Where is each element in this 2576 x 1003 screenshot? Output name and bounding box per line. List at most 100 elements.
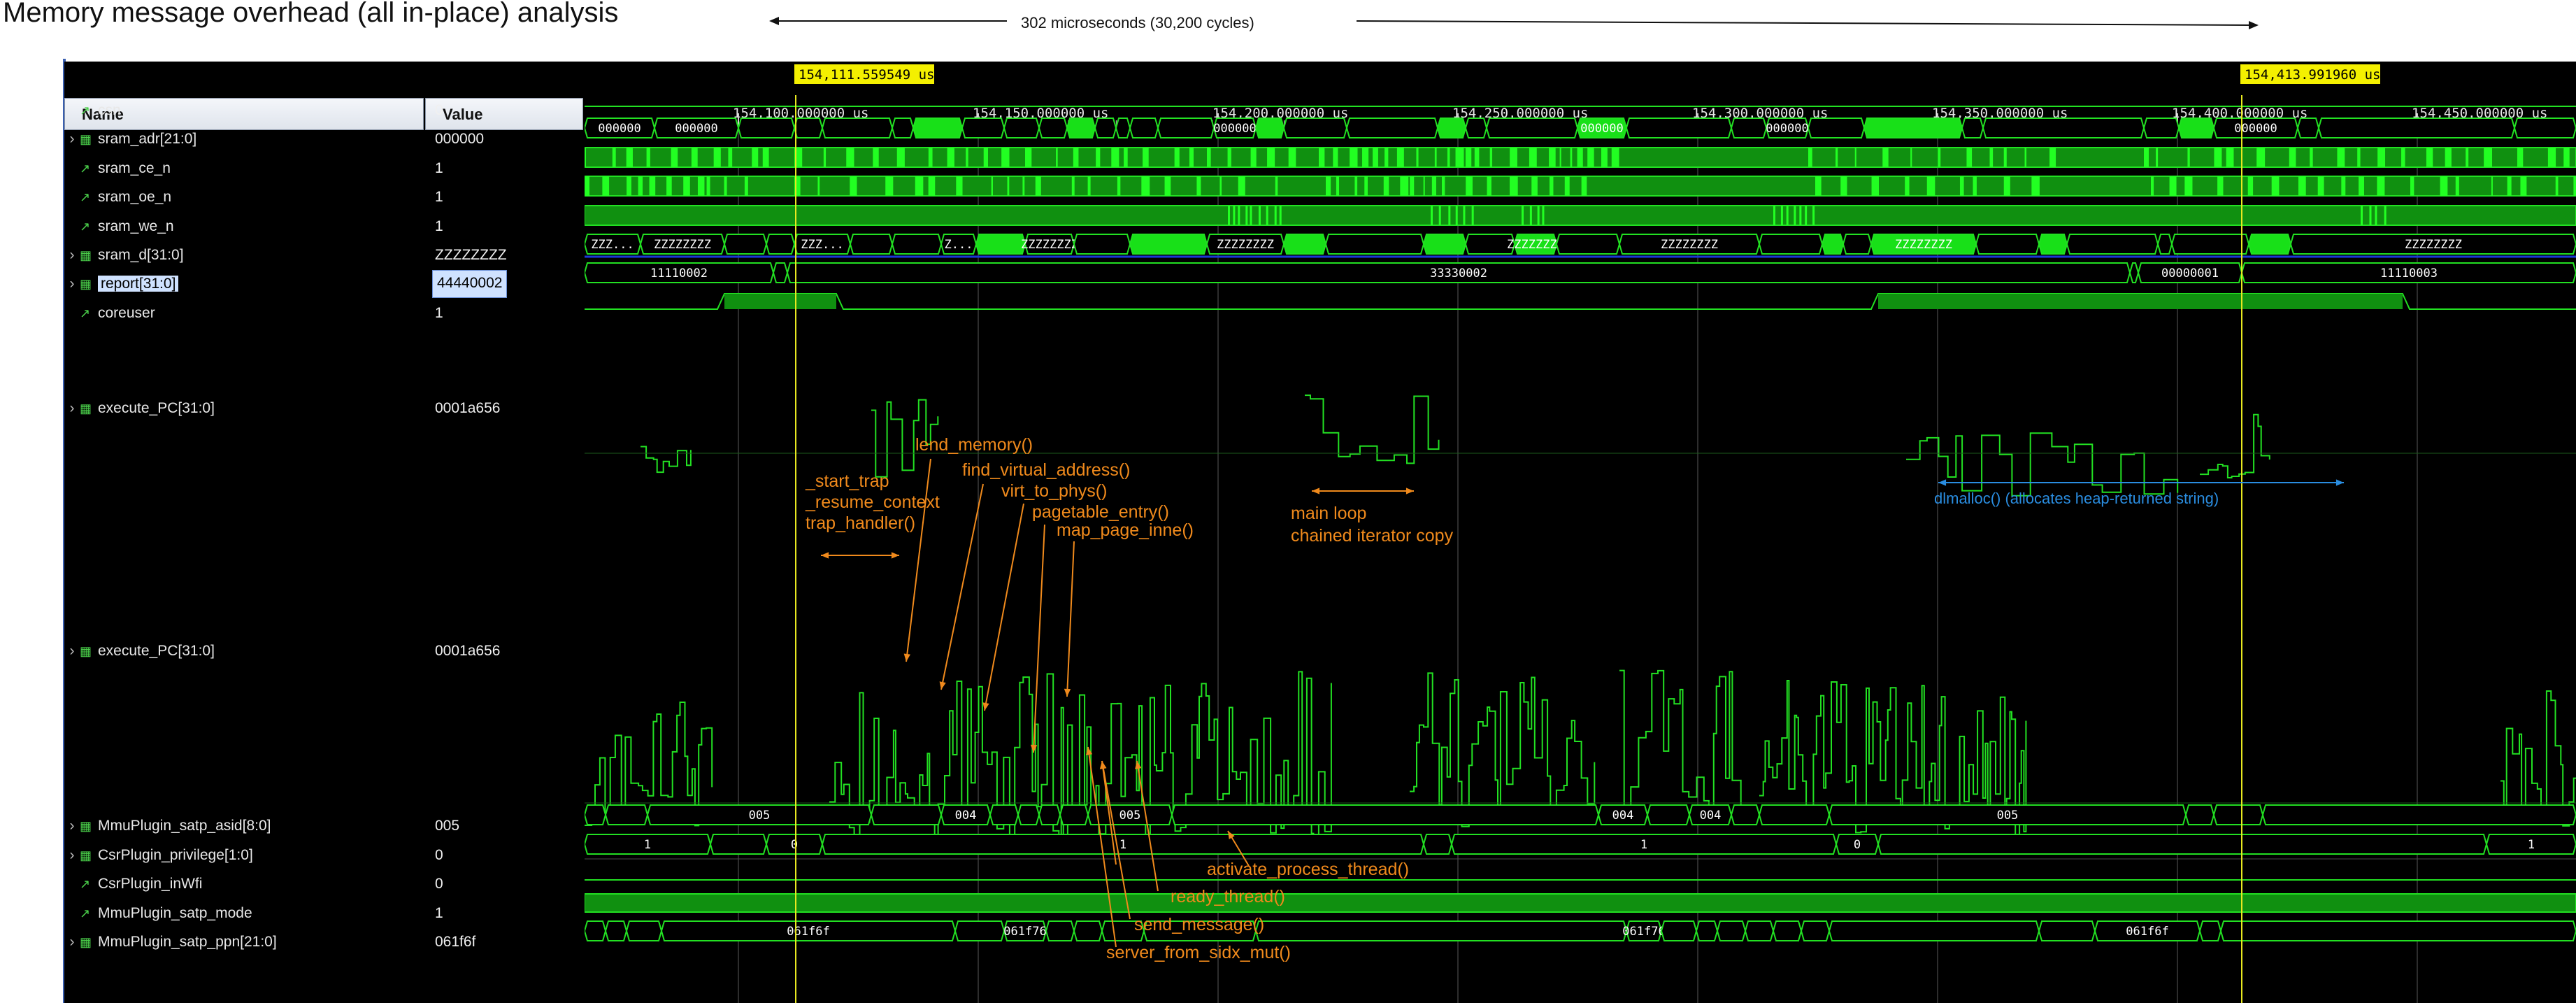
wire-toggle [638, 176, 643, 196]
sram-adr-bus-segment [2296, 118, 2320, 138]
sram-adr-bus-value: 000000 [675, 122, 717, 136]
signal-names-pane[interactable]: Name ↗ csn › ▦ sram_adr[21:0] ↗ sram_ce_n ↗ sram… [64, 64, 424, 1003]
wire-toggle [1362, 148, 1369, 167]
sram-d-bus-value: Z... [945, 238, 973, 252]
signal-row-11[interactable]: › ▦ CsrPlugin_privilege[1:0] [64, 841, 253, 869]
wire-toggle [2563, 148, 2570, 167]
signal-row-9[interactable]: › ▦ execute_PC[31:0] [64, 637, 215, 665]
wire-toggle [1096, 148, 1101, 167]
signal-name: csn [98, 102, 121, 118]
wire-toggle [2003, 148, 2007, 167]
sram-d-bus-value: ZZZZZZZZ [1895, 238, 1952, 252]
annotation-resume-context: _resume_context [805, 492, 940, 512]
wire-toggle [947, 148, 954, 167]
sram-adr-bus-segment [793, 118, 824, 138]
asid-bus-segment [2261, 804, 2576, 825]
signal-name: sram_we_n [98, 218, 174, 234]
signal-name: CsrPlugin_privilege[1:0] [98, 847, 253, 863]
ppn-bus-value: 061f76 [1622, 925, 1665, 939]
annotation-arrowhead [982, 702, 989, 711]
expand-chevron-icon[interactable]: › [64, 125, 80, 153]
asid-bus-segment [870, 804, 943, 825]
asid-bus-segment [1059, 804, 1089, 825]
bus-signal-icon: ▦ [80, 819, 92, 833]
expand-chevron-icon[interactable]: › [64, 637, 80, 665]
wire-toggle [1219, 176, 1222, 196]
sram-d-bus-segment [1282, 234, 1327, 255]
wire-toggle [2298, 176, 2306, 196]
privilege-bus-value: 1 [644, 838, 651, 852]
signal-row-10[interactable]: › ▦ MmuPlugin_satp_asid[8:0] [64, 812, 271, 840]
expand-chevron-icon[interactable]: › [64, 394, 80, 422]
wire-toggle [1442, 176, 1445, 196]
signal-row-14[interactable]: › ▦ MmuPlugin_satp_ppn[21:0] [64, 928, 277, 956]
sram-d-bus-segment [975, 234, 1026, 255]
wire-toggle [1196, 176, 1201, 196]
sram-adr-bus-segment [1254, 118, 1285, 138]
sram-adr-bus-segment [2317, 118, 2516, 138]
wire-toggle [2217, 176, 2224, 196]
signal-row-0[interactable]: ↗ csn [64, 97, 121, 125]
wire-toggle [2256, 148, 2266, 167]
wire-toggle [1396, 148, 1404, 167]
annotation-server-from-sidx-mut: server_from_sidx_mut() [1106, 943, 1291, 962]
expand-chevron-icon[interactable]: › [64, 812, 80, 840]
signal-row-5[interactable]: › ▦ sram_d[31:0] [64, 241, 184, 269]
signal-row-2[interactable]: ↗ sram_ce_n [64, 155, 171, 183]
annotation-activate-process-thread: activate_process_thread() [1207, 860, 1409, 879]
signal-row-12[interactable]: ↗ CsrPlugin_inWfi [64, 870, 202, 898]
signal-row-4[interactable]: ↗ sram_we_n [64, 213, 174, 241]
signal-row-7[interactable]: ↗ coreuser [64, 299, 155, 327]
expand-chevron-icon[interactable]: › [64, 841, 80, 869]
wire-toggle [2507, 176, 2512, 196]
wire-toggle [991, 176, 993, 196]
wire-toggle [2426, 148, 2433, 167]
bus-signal-icon: ▦ [80, 401, 92, 415]
wire-toggle [691, 148, 698, 167]
annotation-arrowhead [1405, 488, 1414, 495]
ppn-bus-segment [1744, 920, 1775, 941]
signal-row-8[interactable]: › ▦ execute_PC[31:0] [64, 394, 215, 422]
wire-toggle [1559, 148, 1561, 167]
expand-chevron-icon[interactable]: › [64, 928, 80, 956]
signal-value: 1 [435, 905, 443, 921]
wire-toggle [2289, 148, 2296, 167]
wire-toggle [1773, 206, 1775, 225]
privilege-bus-value: 1 [1119, 838, 1126, 852]
signal-row-13[interactable]: ↗ MmuPlugin_satp_mode [64, 899, 252, 927]
wire-toggle [817, 176, 820, 196]
signal-value: 0 [435, 847, 443, 863]
report-bus-value: 11110003 [2380, 266, 2438, 280]
wire-toggle [1111, 148, 1119, 167]
expand-chevron-icon[interactable]: › [64, 241, 80, 269]
sram-adr-bus-segment [1094, 118, 1117, 138]
signal-values-pane[interactable]: Value 0 000000 1 1 1 ZZZZZZZZ 44440002 1 0001a65… [425, 64, 583, 1003]
annotation-arrow [940, 483, 984, 690]
wire-toggle [2024, 148, 2027, 167]
cursor-label: 154,111.559549 us [799, 67, 934, 83]
asid-bus-segment [989, 804, 1019, 825]
signal-row-3[interactable]: ↗ sram_oe_n [64, 183, 171, 211]
wire-toggle [2337, 148, 2345, 167]
wire-toggle [1174, 148, 1180, 167]
signal-row-1[interactable]: › ▦ sram_adr[21:0] [64, 125, 197, 153]
signal-row-6[interactable]: › ▦ report[31:0] [64, 270, 179, 298]
annotation-arrow [1033, 524, 1045, 753]
annotation-arrowhead [891, 552, 899, 559]
expand-chevron-icon[interactable]: › [64, 270, 80, 298]
ppn-bus-segment [604, 920, 628, 941]
signal-value: 1 [435, 305, 443, 321]
bus-signal-icon: ▦ [80, 644, 92, 658]
wire-toggle [1581, 176, 1587, 196]
wire-signal-icon: ↗ [80, 220, 91, 234]
wire-toggle [2003, 176, 2010, 196]
wire-toggle [2384, 206, 2387, 225]
waveform-area[interactable]: 154,100.000000 us 154,150.000000 us 154,20… [585, 62, 2576, 1003]
sram-adr-bus-segment [2142, 118, 2180, 138]
wire-toggle [1431, 206, 1433, 225]
wire-toggle [1549, 148, 1556, 167]
annotation-arrowhead [939, 681, 946, 690]
bus-signal-icon: ▦ [80, 277, 92, 291]
privilege-bus-value: 1 [1640, 838, 1647, 852]
asid-bus-value: 004 [955, 809, 977, 823]
